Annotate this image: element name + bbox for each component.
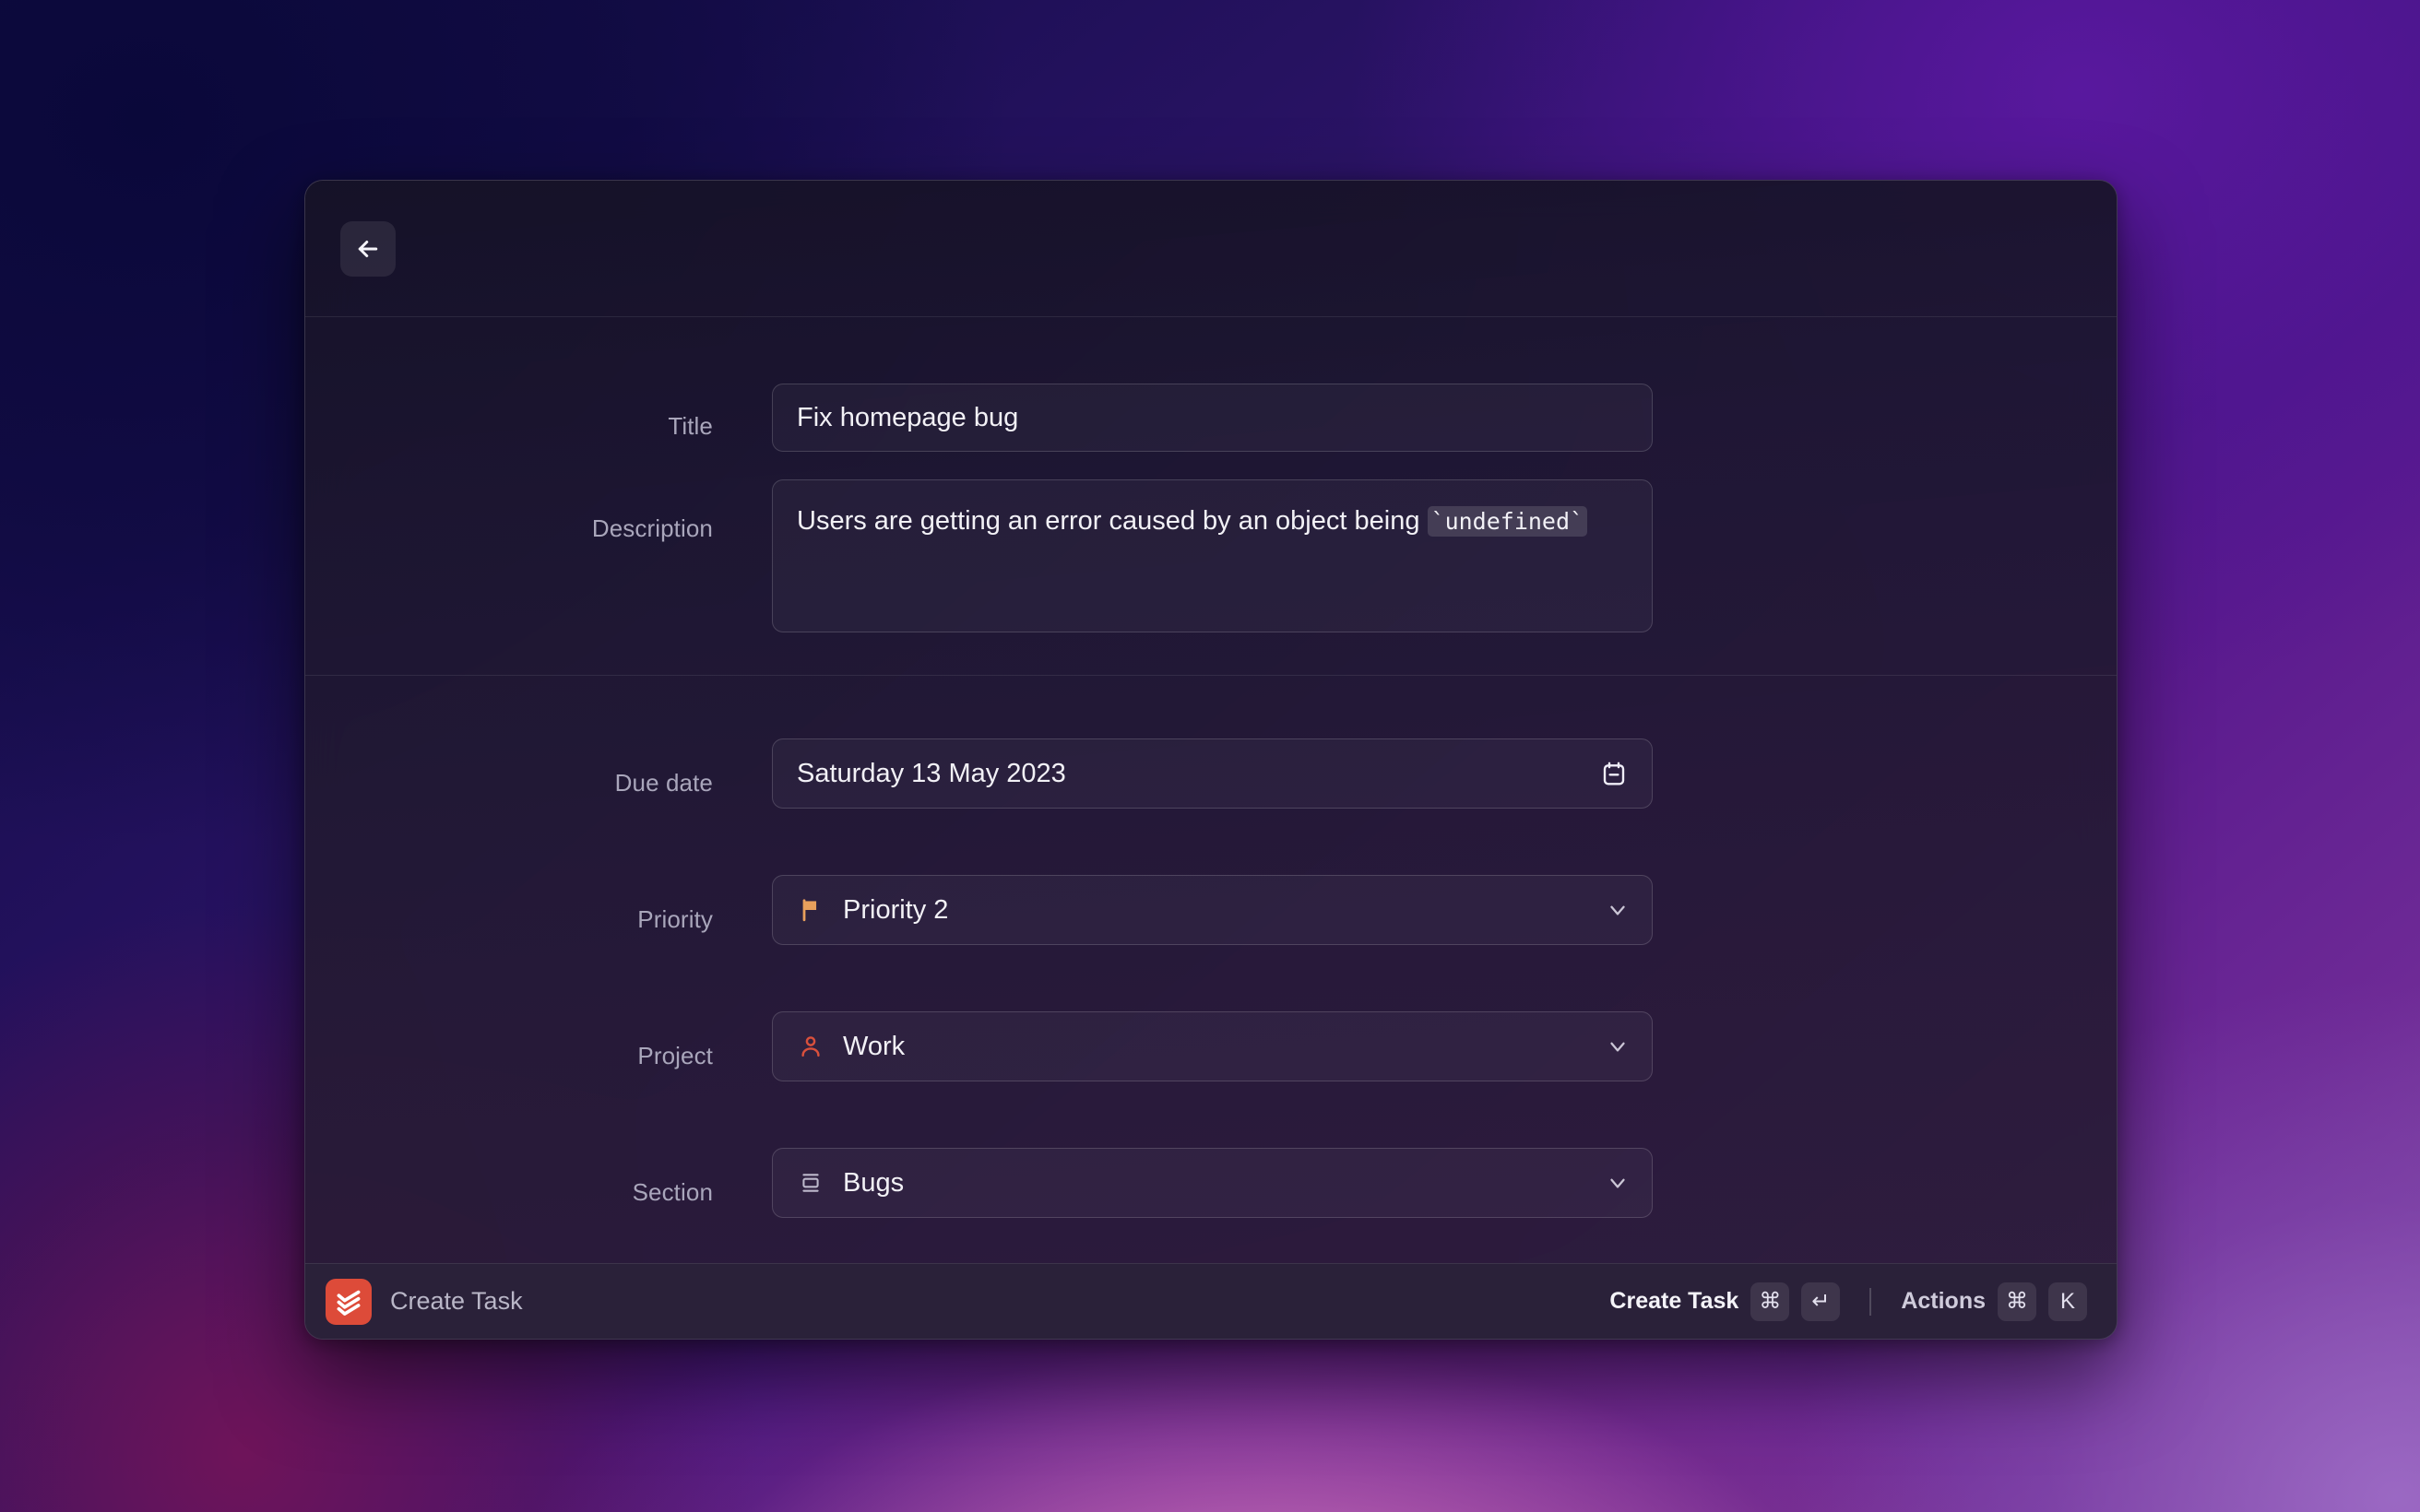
form-group-metadata: Due date Saturday 13 May 2023 Priority P… (305, 675, 2117, 1218)
section-box-icon (797, 1169, 824, 1197)
chevron-down-icon[interactable] (1606, 898, 1630, 922)
section-value: Bugs (843, 1167, 905, 1198)
due-date-value: Saturday 13 May 2023 (797, 758, 1066, 788)
actions-menu-action[interactable]: Actions ⌘ K (1901, 1282, 2087, 1321)
chevron-down-icon[interactable] (1606, 1171, 1630, 1195)
chevron-down-icon[interactable] (1606, 1034, 1630, 1058)
field-row-priority: Priority Priority 2 (305, 809, 2117, 945)
flag-icon-glyph (802, 899, 817, 922)
title-input[interactable]: Fix homepage bug (772, 384, 1653, 452)
todoist-logo (326, 1278, 372, 1325)
project-value: Work (843, 1031, 906, 1061)
arrow-left-icon (358, 240, 378, 257)
description-inline-code: `undefined` (1427, 506, 1588, 537)
desktop-wallpaper: Title Fix homepage bug Description Users… (0, 0, 2420, 1512)
section-box-icon-glyph (802, 1174, 819, 1192)
flag-icon (797, 896, 824, 924)
description-text: Users are getting an error caused by an … (797, 506, 1428, 536)
form-body: Title Fix homepage bug Description Users… (305, 317, 2117, 1263)
priority-select[interactable]: Priority 2 (772, 875, 1653, 945)
footer-divider (1869, 1287, 1872, 1316)
key-badge-command-2[interactable]: ⌘ (1998, 1282, 2036, 1321)
create-task-action[interactable]: Create Task ⌘ ↵ (1609, 1282, 1841, 1321)
description-input[interactable]: Users are getting an error caused by an … (772, 479, 1653, 632)
label-title: Title (668, 412, 713, 440)
calendar-icon[interactable] (1600, 760, 1628, 787)
field-control-section: Bugs (772, 1148, 2117, 1218)
field-row-due-date: Due date Saturday 13 May 2023 (305, 676, 2117, 809)
key-badge-k[interactable]: K (2048, 1282, 2087, 1321)
footer-actions: Create Task ⌘ ↵ Actions ⌘ K (1609, 1282, 2087, 1321)
back-button[interactable] (340, 220, 396, 277)
field-row-description: Description Users are getting an error c… (305, 452, 2117, 675)
create-task-label: Create Task (1609, 1288, 1739, 1314)
actions-label: Actions (1901, 1288, 1986, 1314)
due-date-input[interactable]: Saturday 13 May 2023 (772, 738, 1653, 809)
label-section: Section (632, 1178, 713, 1206)
project-select[interactable]: Work (772, 1011, 1653, 1081)
key-badge-enter[interactable]: ↵ (1801, 1282, 1841, 1321)
field-row-title: Title Fix homepage bug (305, 317, 2117, 452)
key-badge-command[interactable]: ⌘ (1750, 1282, 1790, 1321)
field-control-title: Fix homepage bug (772, 384, 2117, 452)
section-select[interactable]: Bugs (772, 1148, 1653, 1218)
window-footer: Create Task Create Task ⌘ ↵ Actions ⌘ K (305, 1263, 2117, 1339)
person-icon-glyph (801, 1036, 820, 1057)
label-priority: Priority (637, 905, 713, 933)
field-control-description: Users are getting an error caused by an … (772, 479, 2117, 632)
label-project: Project (637, 1042, 713, 1069)
footer-app-name: Create Task (390, 1287, 523, 1315)
person-icon (797, 1033, 824, 1060)
field-control-priority: Priority 2 (772, 875, 2117, 945)
todoist-logo-glyph (337, 1290, 361, 1316)
create-task-window: Title Fix homepage bug Description Users… (304, 180, 2118, 1340)
field-control-due-date: Saturday 13 May 2023 (772, 738, 2117, 809)
label-due-date: Due date (614, 769, 713, 797)
field-control-project: Work (772, 1011, 2117, 1081)
label-description: Description (591, 514, 713, 542)
priority-value: Priority 2 (843, 894, 949, 925)
window-header (305, 181, 2117, 317)
field-row-project: Project Work (305, 945, 2117, 1081)
form-group-details: Title Fix homepage bug Description Users… (305, 317, 2117, 675)
field-row-section: Section Bugs (305, 1081, 2117, 1218)
